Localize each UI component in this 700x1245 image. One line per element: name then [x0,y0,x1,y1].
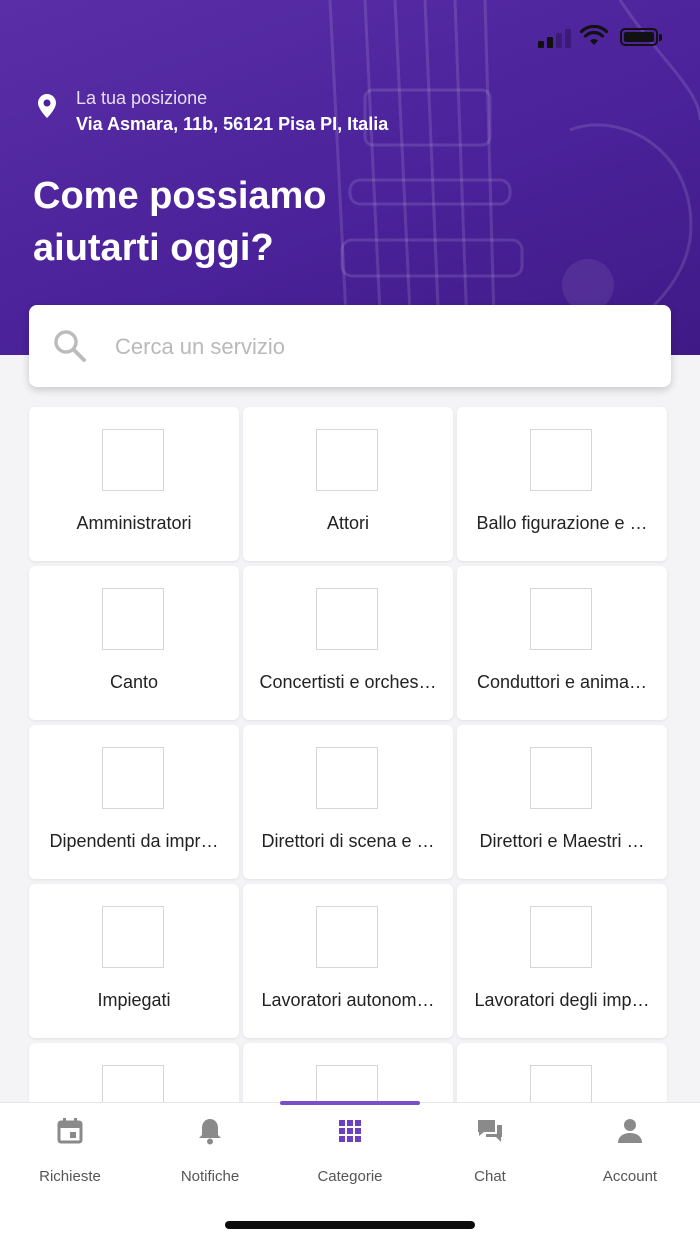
title-line-2: aiutarti oggi? [33,227,274,269]
tab-label: Account [602,1168,658,1185]
categories-grid: Amministratori Attori Ballo figurazione … [29,407,669,1197]
status-bar [0,0,700,70]
person-icon [618,1119,642,1143]
search-input[interactable] [113,325,637,369]
category-card[interactable]: Conduttori e anima… [457,566,667,720]
category-image [102,429,164,491]
tab-label: Notifiche [180,1168,240,1185]
grid-icon [339,1120,361,1142]
tab-categorie[interactable]: Categorie [280,1103,420,1203]
category-image [530,429,592,491]
bell-icon [199,1119,221,1145]
search-icon [54,330,86,362]
category-image [316,588,378,650]
location-label: La tua posizione [76,88,208,108]
category-card[interactable]: Impiegati [29,884,239,1038]
tab-richieste[interactable]: Richieste [0,1103,140,1203]
category-label: Conduttori e anima… [476,672,648,692]
category-image [316,906,378,968]
category-card[interactable]: Lavoratori autonom… [243,884,453,1038]
location-address: Via Asmara, 11b, 56121 Pisa PI, Italia [76,114,389,134]
category-card[interactable]: Dipendenti da impr… [29,725,239,879]
location-pin-icon [38,94,56,118]
category-label: Ballo figurazione e … [476,513,648,533]
header-banner: La tua posizione Via Asmara, 11b, 56121 … [0,0,700,355]
tab-chat[interactable]: Chat [420,1103,560,1203]
category-image [530,588,592,650]
category-label: Canto [109,672,159,692]
category-image [316,747,378,809]
tab-label: Richieste [39,1168,101,1185]
category-card[interactable]: Direttori e Maestri … [457,725,667,879]
home-indicator [225,1221,475,1229]
category-image [102,906,164,968]
category-label: Dipendenti da impr… [49,831,219,851]
category-label: Concertisti e orches… [259,672,437,692]
category-label: Direttori e Maestri … [479,831,645,851]
category-image [530,747,592,809]
category-label: Attori [326,513,369,533]
category-label: Impiegati [97,990,171,1010]
category-label: Lavoratori degli imp… [474,990,650,1010]
category-card[interactable]: Direttori di scena e … [243,725,453,879]
tab-label: Chat [474,1168,506,1185]
category-card[interactable]: Canto [29,566,239,720]
search-bar[interactable] [29,305,671,387]
category-image [102,747,164,809]
category-card[interactable]: Ballo figurazione e … [457,407,667,561]
category-card[interactable]: Attori [243,407,453,561]
chat-icon [478,1120,502,1142]
category-card[interactable]: Concertisti e orches… [243,566,453,720]
page-title: Come possiamo aiutarti oggi? [33,170,453,274]
tab-label: Categorie [317,1168,383,1185]
category-label: Amministratori [76,513,192,533]
category-image [530,906,592,968]
calendar-icon [57,1118,83,1144]
category-label: Direttori di scena e … [261,831,435,851]
category-card[interactable]: Amministratori [29,407,239,561]
wifi-icon [580,25,608,45]
tab-account[interactable]: Account [560,1103,700,1203]
signal-icon [538,26,571,48]
tab-notifiche[interactable]: Notifiche [140,1103,280,1203]
category-card[interactable]: Lavoratori degli imp… [457,884,667,1038]
category-label: Lavoratori autonom… [261,990,435,1010]
category-image [316,429,378,491]
battery-icon [620,28,662,46]
category-image [102,588,164,650]
title-line-1: Come possiamo [33,175,327,217]
